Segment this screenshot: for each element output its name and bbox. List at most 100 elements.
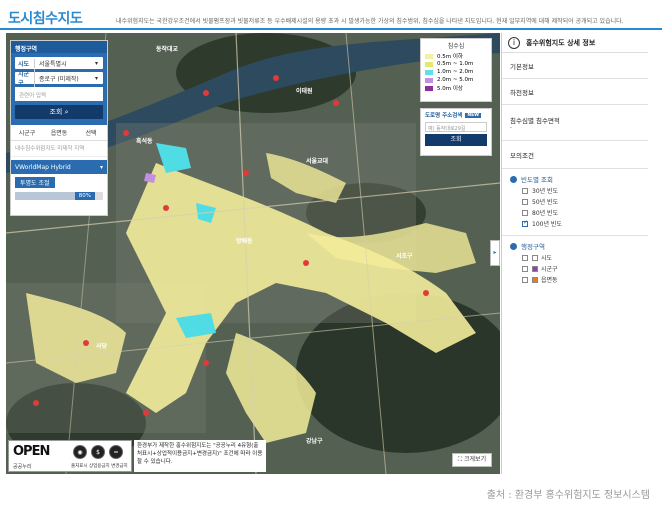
section-sub: - — [510, 124, 512, 131]
admin-swatch — [532, 276, 538, 283]
admin-swatch — [532, 254, 538, 261]
admin-swatch — [532, 265, 538, 272]
section-area[interactable]: 침수심별 침수면적 - — [502, 105, 648, 141]
checkbox[interactable] — [522, 276, 528, 283]
detail-panel: i 홍수위험지도 상세 정보 기본정보 하천정보 침수심별 침수면적 - 모의조… — [501, 33, 648, 474]
section-simulation[interactable]: 모의조건 — [502, 141, 648, 169]
result-tabs: 시군구 읍면동 선택 — [11, 125, 107, 141]
tab-eupmyeondong[interactable]: 읍면동 — [43, 125, 75, 140]
noderivs-icon: = — [109, 445, 123, 459]
checkbox-label: 시군구 — [541, 266, 558, 273]
search-icon: ⌕ — [64, 108, 69, 116]
detail-header: i 홍수위험지도 상세 정보 — [502, 33, 648, 53]
checkbox[interactable] — [522, 198, 528, 205]
search-button-label: 조회 — [49, 108, 63, 116]
map-label-0: 동작대교 — [156, 45, 179, 53]
address-search-header: 도로명 주소검색 NEW — [421, 109, 491, 121]
basemap-value: VWorldMap Hybrid — [15, 163, 71, 171]
section-label: 모의조건 — [510, 151, 534, 160]
opacity-slider[interactable]: 80% — [15, 192, 103, 200]
legend-item: 5.0m 이상 — [425, 84, 487, 92]
section-river[interactable]: 하천정보 — [502, 79, 648, 105]
legend-label: 0.5m 이하 — [437, 54, 463, 60]
legend-label: 0.5m ~ 1.0m — [437, 61, 474, 67]
result-text: 내수침수위험지도 미제작 지역 — [11, 141, 107, 157]
admin-sigungu[interactable]: 시군구 — [502, 263, 648, 274]
checkbox-checked[interactable] — [522, 219, 528, 227]
address-search-title: 도로명 주소검색 — [425, 113, 463, 119]
open-logo: OPEN — [13, 444, 50, 459]
open-sub: 공공누리 — [13, 464, 32, 470]
search-button[interactable]: 조회 ⌕ — [15, 105, 103, 119]
sigungu-value: 종로구 (미제작) — [39, 75, 79, 83]
map-label-3: 서울교대 — [306, 157, 329, 165]
checkbox[interactable] — [522, 209, 528, 216]
admin-title-text: 행정구역 — [521, 243, 545, 251]
legend-swatch — [425, 53, 433, 59]
checkbox[interactable] — [522, 265, 528, 272]
bullet-icon — [510, 242, 517, 250]
chevron-down-icon: ▾ — [95, 59, 99, 67]
section-label: 하천정보 — [510, 88, 534, 97]
info-icon: i — [508, 36, 520, 49]
sigungu-select[interactable]: 시군구 종로구 (미제작) ▾ — [15, 69, 103, 87]
opacity-label: 투명도 조절 — [15, 177, 55, 188]
legend-item: 0.5m ~ 1.0m — [425, 60, 487, 68]
panel-toggle-button[interactable]: ▸ — [490, 240, 500, 266]
sido-label: 시도 — [15, 58, 35, 68]
admin-sido[interactable]: 시도 — [502, 252, 648, 263]
frequency-100[interactable]: 100년 빈도 — [502, 218, 648, 229]
legend-item: 0.5m 이하 — [425, 52, 487, 60]
tab-sigungu[interactable]: 시군구 — [11, 125, 43, 140]
legend-swatch — [425, 69, 433, 75]
page-root: 도시침수지도 내수위험지도는 국한강우조건에서 빗물펌프장과 빗물저류조 등 우… — [0, 0, 662, 512]
keyword-input[interactable]: 관련어 입력 — [15, 87, 103, 101]
checkbox[interactable] — [522, 254, 528, 261]
address-input[interactable]: 예) 동작대로29길 — [425, 122, 487, 132]
checkbox-label: 100년 빈도 — [532, 221, 562, 228]
frequency-title-text: 빈도별 조회 — [521, 176, 553, 184]
chevron-down-icon: ▾ — [95, 74, 99, 82]
admin-eupmyeondong[interactable]: 읍면동 — [502, 274, 648, 285]
frequency-title: 빈도별 조회 — [502, 173, 648, 185]
enlarge-label: 크게보기 — [464, 456, 487, 463]
enlarge-button[interactable]: ⛶ 크게보기 — [452, 453, 492, 467]
search-form: 시도 서울특별시 ▾ 시군구 종로구 (미제작) ▾ 관련어 입력 조회 ⌕ — [11, 53, 107, 125]
badge-caption: 출처표시 상업용금지 변경금지 — [71, 464, 128, 469]
frequency-50[interactable]: 50년 빈도 — [502, 196, 648, 207]
sido-select[interactable]: 시도 서울특별시 ▾ — [15, 57, 103, 69]
legend-item: 1.0m ~ 2.0m — [425, 68, 487, 76]
map-label-6: 서초구 — [396, 252, 413, 260]
open-license: OPEN 공공누리 ◉ $ = 출처표시 상업용금지 변경금지 — [8, 440, 132, 472]
section-basic[interactable]: 기본정보 — [502, 53, 648, 79]
address-search-button[interactable]: 조회 — [425, 134, 487, 146]
legend-title: 침수심 — [447, 43, 465, 50]
section-label: 침수심별 침수면적 — [510, 116, 560, 125]
checkbox[interactable] — [522, 187, 528, 194]
depth-legend: 침수심 0.5m 이하 0.5m ~ 1.0m 1.0m ~ 2.0m 2.0m… — [420, 38, 492, 102]
page-title: 도시침수지도 — [8, 11, 83, 27]
title-underline — [0, 28, 662, 30]
legend-item: 2.0m ~ 5.0m — [425, 76, 487, 84]
checkbox-label: 시도 — [541, 255, 553, 262]
search-panel-header: 행정구역 — [11, 41, 107, 53]
source-credit: 출처 : 환경부 홍수위험지도 정보시스템 — [486, 490, 650, 501]
frequency-80[interactable]: 80년 빈도 — [502, 207, 648, 218]
legend-swatch — [425, 77, 433, 83]
legend-swatch — [425, 61, 433, 67]
map-label-7: 강남구 — [306, 437, 323, 445]
admin-title: 행정구역 — [502, 240, 648, 252]
checkbox-label: 80년 빈도 — [532, 210, 559, 217]
license-notice: 환경부가 제작한 홍수위험지도는 "공공누리 4유형(출처표시+상업적이용금지+… — [134, 440, 266, 472]
legend-swatch — [425, 85, 433, 91]
basemap-select[interactable]: VWorldMap Hybrid ▾ — [11, 160, 107, 174]
legend-label: 5.0m 이상 — [437, 86, 463, 92]
attribution-icon: ◉ — [73, 445, 87, 459]
map-label-4: 방배동 — [236, 237, 253, 245]
frequency-30[interactable]: 30년 빈도 — [502, 185, 648, 196]
tab-select[interactable]: 선택 — [75, 125, 107, 140]
opacity-value: 80% — [74, 192, 95, 200]
chevron-down-icon: ▾ — [99, 163, 103, 171]
bullet-icon — [510, 175, 517, 183]
legend-label: 1.0m ~ 2.0m — [437, 69, 474, 75]
